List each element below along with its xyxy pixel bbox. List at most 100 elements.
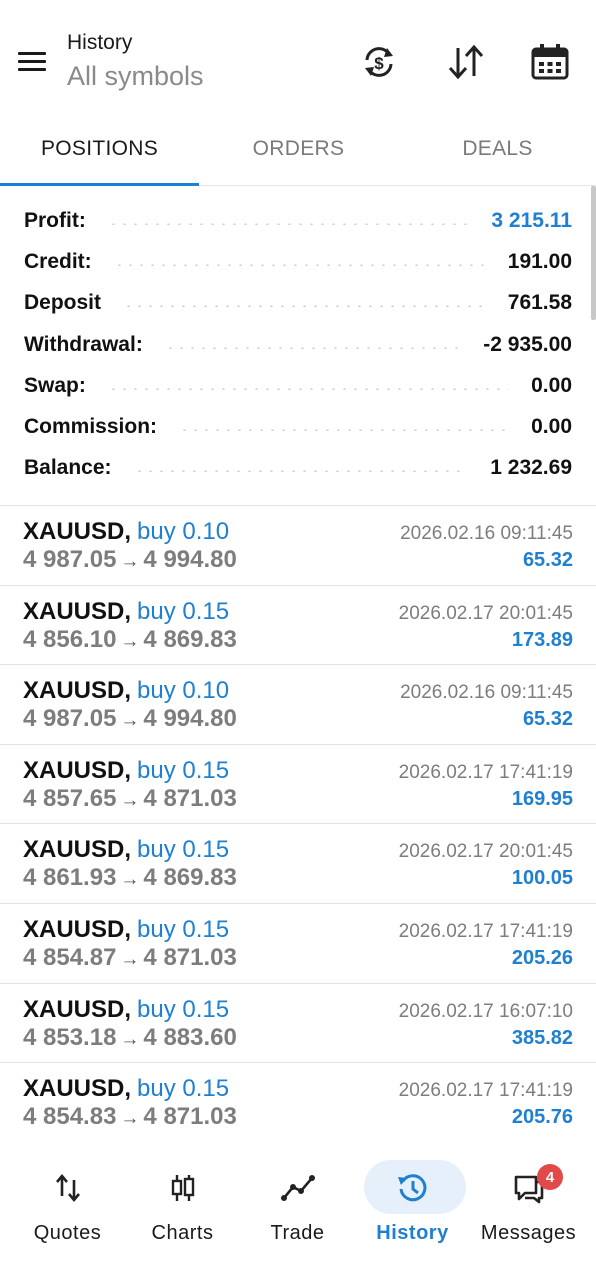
unread-badge: 4 — [537, 1164, 563, 1190]
summary-value: 761.58 — [507, 291, 572, 315]
close-price: 4 871.03 — [143, 1103, 237, 1131]
position-prices: 4 857.65 → 4 871.03 — [23, 785, 237, 813]
arrow-icon: → — [120, 630, 140, 652]
summary-value: 0.00 — [531, 415, 572, 439]
position-prices: 4 987.05 → 4 994.80 — [23, 546, 237, 574]
summary-label: Withdrawal: — [24, 332, 143, 356]
position-symbol: XAUUSD, — [23, 915, 132, 943]
dotted-leader — [107, 222, 470, 225]
position-symbol: XAUUSD, — [23, 677, 132, 705]
active-tab-indicator — [0, 183, 199, 186]
position-side: buy 0.15 — [137, 995, 230, 1023]
position-time: 2026.02.17 17:41:19 — [398, 920, 573, 942]
summary-row-swap: Swap: 0.00 — [0, 365, 596, 406]
open-price: 4 861.93 — [23, 864, 117, 892]
open-price: 4 854.87 — [23, 943, 117, 971]
open-price: 4 856.10 — [23, 625, 117, 653]
nav-messages[interactable]: 4 Messages — [469, 1150, 588, 1260]
position-profit: 169.95 — [511, 787, 573, 810]
trade-icon — [278, 1168, 318, 1208]
summary-row-commission: Commission: 0.00 — [0, 406, 596, 447]
quotes-icon — [48, 1168, 88, 1208]
position-prices: 4 861.93 → 4 869.83 — [23, 864, 237, 892]
position-prices: 4 853.18 → 4 883.60 — [23, 1024, 237, 1052]
summary-panel: Profit: 3 215.11 Credit: 191.00 Deposit … — [0, 200, 596, 489]
positions-list: XAUUSD, buy 0.10 4 987.05 → 4 994.80 2026.… — [0, 506, 596, 1143]
nav-quotes[interactable]: Quotes — [8, 1150, 127, 1260]
position-profit: 100.05 — [511, 867, 573, 890]
position-side: buy 0.15 — [137, 915, 230, 943]
summary-label: Swap: — [24, 373, 86, 397]
position-time: 2026.02.16 09:11:45 — [400, 523, 573, 544]
position-profit: 385.82 — [511, 1026, 573, 1049]
bottom-nav: Quotes Charts Trade History 4 Messages — [0, 1150, 596, 1280]
open-price: 4 853.18 — [23, 1023, 117, 1051]
position-prices: 4 856.10 → 4 869.83 — [23, 626, 237, 654]
sort-icon[interactable] — [444, 40, 488, 84]
summary-label: Balance: — [24, 456, 112, 480]
open-price: 4 857.65 — [23, 784, 117, 812]
summary-row-deposit: Deposit 761.58 — [0, 283, 596, 324]
dotted-leader — [133, 470, 469, 473]
symbol-filter[interactable]: All symbols — [67, 61, 204, 92]
calendar-icon[interactable] — [528, 40, 572, 84]
position-symbol: XAUUSD, — [23, 995, 132, 1023]
dotted-leader — [107, 387, 510, 390]
position-row[interactable]: XAUUSD, buy 0.15 4 854.83 → 4 871.03 2026.… — [0, 1063, 596, 1143]
position-profit: 65.32 — [522, 708, 573, 731]
position-row[interactable]: XAUUSD, buy 0.10 4 987.05 → 4 994.80 2026.… — [0, 506, 596, 586]
tab-deals[interactable]: DEALS — [398, 112, 596, 186]
nav-label: Charts — [151, 1222, 214, 1244]
dotted-leader — [113, 263, 486, 266]
charts-icon — [163, 1168, 203, 1208]
summary-row-withdrawal: Withdrawal: -2 935.00 — [0, 324, 596, 365]
position-row[interactable]: XAUUSD, buy 0.10 4 987.05 → 4 994.80 2026.… — [0, 665, 596, 745]
position-time: 2026.02.17 17:41:19 — [398, 1080, 573, 1102]
summary-value: 3 215.11 — [491, 208, 572, 232]
position-time: 2026.02.17 16:07:10 — [398, 1000, 573, 1022]
summary-row-profit: Profit: 3 215.11 — [0, 200, 596, 241]
svg-text:$: $ — [374, 54, 384, 73]
arrow-icon: → — [120, 1028, 140, 1050]
arrow-icon: → — [120, 551, 140, 572]
summary-value: 1 232.69 — [490, 456, 572, 480]
position-time: 2026.02.17 17:41:19 — [398, 761, 573, 783]
nav-trade[interactable]: Trade — [238, 1150, 357, 1260]
position-row[interactable]: XAUUSD, buy 0.15 4 857.65 → 4 871.03 2026.… — [0, 745, 596, 825]
summary-row-balance: Balance: 1 232.69 — [0, 448, 596, 489]
dotted-leader — [123, 305, 486, 308]
tab-orders[interactable]: ORDERS — [199, 112, 398, 186]
currency-exchange-icon[interactable]: $ — [357, 40, 401, 84]
open-price: 4 987.05 — [23, 546, 117, 573]
position-prices: 4 987.05 → 4 994.80 — [23, 705, 237, 733]
position-side: buy 0.15 — [137, 836, 230, 864]
nav-history[interactable]: History — [353, 1150, 472, 1260]
position-row[interactable]: XAUUSD, buy 0.15 4 853.18 → 4 883.60 2026.… — [0, 984, 596, 1064]
close-price: 4 869.83 — [143, 625, 237, 653]
nav-label: History — [376, 1222, 449, 1244]
position-side: buy 0.15 — [137, 1075, 230, 1103]
position-symbol: XAUUSD, — [23, 1075, 132, 1103]
arrow-icon: → — [120, 789, 140, 811]
tab-positions[interactable]: POSITIONS — [0, 112, 199, 186]
close-price: 4 994.80 — [143, 705, 237, 733]
open-price: 4 987.05 — [23, 705, 117, 733]
summary-label: Credit: — [24, 249, 92, 273]
position-profit: 205.26 — [511, 946, 573, 969]
arrow-icon: → — [120, 869, 140, 891]
position-time: 2026.02.17 20:01:45 — [398, 602, 573, 624]
position-row[interactable]: XAUUSD, buy 0.15 4 854.87 → 4 871.03 2026.… — [0, 904, 596, 984]
menu-icon[interactable] — [14, 46, 52, 76]
close-price: 4 871.03 — [143, 784, 237, 812]
position-profit: 173.89 — [511, 628, 573, 651]
position-profit: 65.32 — [522, 549, 573, 571]
position-side: buy 0.10 — [137, 677, 230, 705]
position-row[interactable]: XAUUSD, buy 0.15 4 856.10 → 4 869.83 2026.… — [0, 586, 596, 666]
summary-label: Deposit — [24, 291, 102, 315]
position-row[interactable]: XAUUSD, buy 0.15 4 861.93 → 4 869.83 2026.… — [0, 824, 596, 904]
position-symbol: XAUUSD, — [23, 597, 132, 625]
position-time: 2026.02.17 20:01:45 — [398, 841, 573, 863]
nav-charts[interactable]: Charts — [123, 1150, 242, 1260]
position-prices: 4 854.87 → 4 871.03 — [23, 944, 237, 972]
summary-label: Commission: — [24, 415, 158, 439]
